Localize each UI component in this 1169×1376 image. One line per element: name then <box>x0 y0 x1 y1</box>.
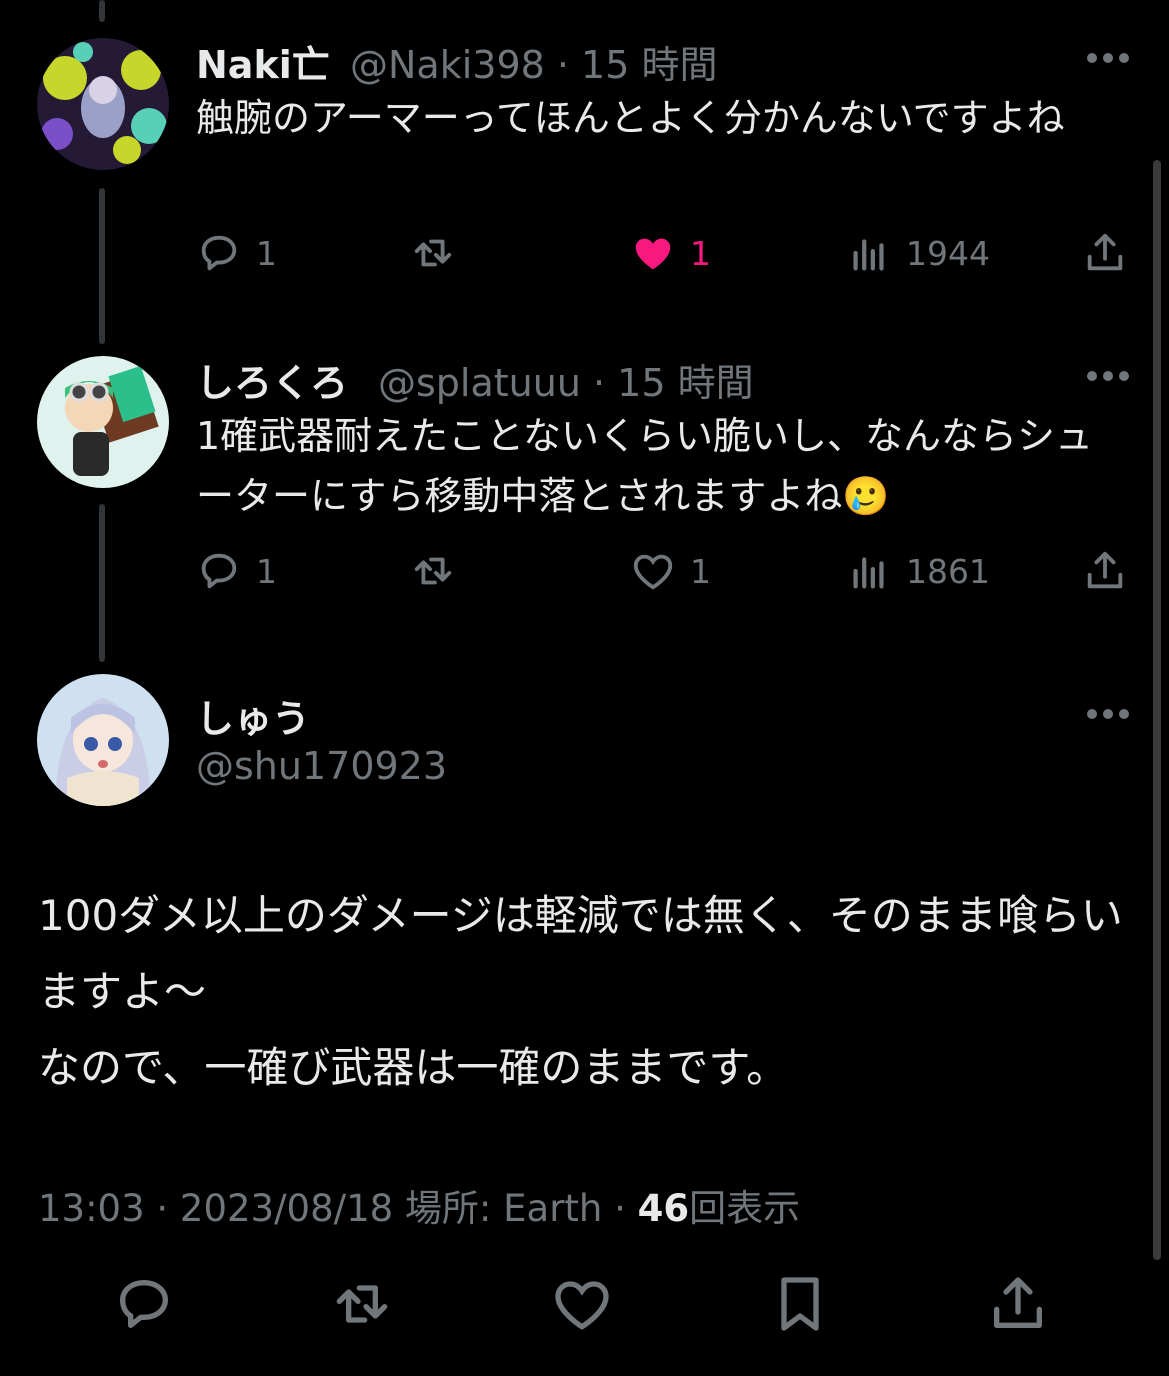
like-button[interactable]: 1 <box>630 228 711 278</box>
reply-count: 1 <box>256 233 277 273</box>
reply-button[interactable]: 1 <box>196 228 277 278</box>
view-count: 1861 <box>906 551 990 591</box>
more-icon[interactable] <box>1086 708 1130 720</box>
thread-line-1 <box>99 188 105 344</box>
avatar[interactable] <box>37 674 169 806</box>
avatar[interactable] <box>37 38 169 170</box>
thread-line-2 <box>99 504 105 662</box>
views-icon <box>853 239 884 271</box>
display-name[interactable]: しろくろ <box>196 352 348 407</box>
tweet-actions: 1 1 1944 <box>196 228 1136 278</box>
scrollbar[interactable] <box>1153 160 1161 1260</box>
retweet-button[interactable] <box>410 228 456 278</box>
share-button[interactable] <box>1082 228 1128 278</box>
thread-line-top <box>99 0 105 22</box>
display-name[interactable]: Naki亡 <box>196 34 330 89</box>
views-icon <box>853 557 884 589</box>
reply-icon[interactable] <box>112 1272 176 1336</box>
views-button[interactable]: 1944 <box>846 228 990 278</box>
main-tweet-text: 100ダメ以上のダメージは軽減では無く、そのまま喰らいますよ〜 なので、一確び武… <box>38 891 1123 1092</box>
like-icon[interactable] <box>550 1272 614 1336</box>
views-button[interactable]: 1861 <box>846 546 990 596</box>
handle-time[interactable]: @splatuuu · 15 時間 <box>378 352 754 407</box>
like-icon <box>635 238 671 270</box>
more-icon[interactable] <box>1086 370 1130 382</box>
tweet-text: 触腕のアーマーってほんとよく分かんないですよね <box>196 96 1065 140</box>
avatar[interactable] <box>37 356 169 488</box>
bookmark-icon[interactable] <box>768 1272 832 1336</box>
share-icon <box>1087 551 1123 589</box>
retweet-icon <box>414 557 452 585</box>
share-icon[interactable] <box>986 1272 1050 1336</box>
view-count: 1944 <box>906 233 990 273</box>
like-count: 1 <box>690 233 711 273</box>
main-tweet-actions <box>0 1268 1169 1348</box>
retweet-icon <box>414 239 452 267</box>
reply-icon <box>201 235 237 271</box>
reply-button[interactable]: 1 <box>196 546 277 596</box>
reply-count: 1 <box>256 551 277 591</box>
view-count: 46 <box>637 1187 690 1230</box>
like-button[interactable]: 1 <box>630 546 711 596</box>
retweet-icon[interactable] <box>330 1272 394 1336</box>
share-icon <box>1087 233 1123 271</box>
view-label: 回表示 <box>689 1187 801 1230</box>
handle[interactable]: @shu170923 <box>196 744 447 788</box>
like-icon <box>633 554 673 590</box>
display-name[interactable]: しゅう <box>196 688 310 743</box>
reply-icon <box>201 553 237 589</box>
more-icon[interactable] <box>1086 52 1130 64</box>
handle-time[interactable]: @Naki398 · 15 時間 <box>350 34 717 89</box>
timestamp-location: 13:03 · 2023/08/18 場所: Earth · <box>38 1187 638 1230</box>
like-count: 1 <box>690 551 711 591</box>
share-button[interactable] <box>1082 546 1128 596</box>
tweet-actions: 1 1 1861 <box>196 546 1136 596</box>
tweet-meta: 13:03 · 2023/08/18 場所: Earth · 46回表示 <box>38 1178 800 1232</box>
retweet-button[interactable] <box>410 546 456 596</box>
tweet-text: 1確武器耐えたことないくらい脆いし、なんならシューターにすら移動中落とされますよ… <box>196 414 1094 518</box>
